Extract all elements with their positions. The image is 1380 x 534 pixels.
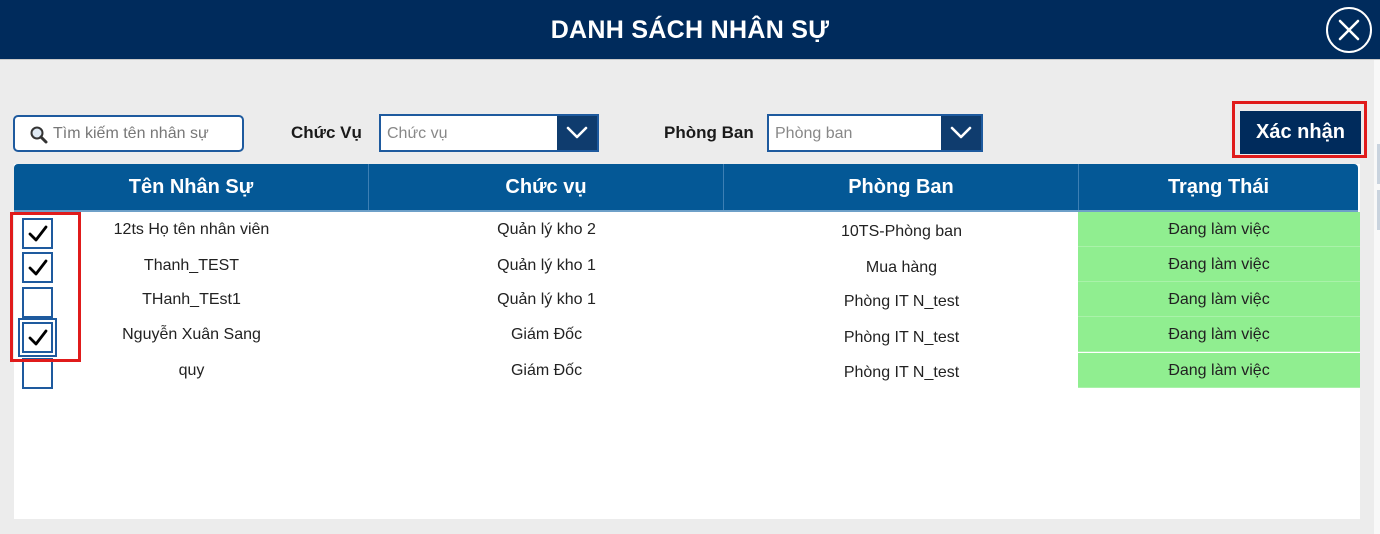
employee-position: Giám Đốc xyxy=(510,326,583,343)
table-row[interactable]: 12ts Họ tên nhân viên Quản lý kho 2 10TS… xyxy=(14,212,1360,249)
search-field[interactable] xyxy=(13,115,244,152)
row-checkbox[interactable] xyxy=(22,287,53,318)
employee-status: Đang làm việc xyxy=(1078,282,1360,317)
position-dropdown-button[interactable] xyxy=(557,116,597,150)
department-select[interactable]: Phòng ban xyxy=(767,114,983,152)
employee-position: Quản lý kho 1 xyxy=(497,257,596,274)
employee-status: Đang làm việc xyxy=(1078,212,1360,247)
search-input[interactable] xyxy=(53,121,239,146)
employee-name: quy xyxy=(178,362,205,379)
employee-status: Đang làm việc xyxy=(1078,317,1360,352)
row-checkbox[interactable] xyxy=(22,252,53,283)
chevron-down-icon xyxy=(566,126,588,139)
row-checkbox[interactable] xyxy=(22,218,53,249)
employee-table: Tên Nhân Sự Chức vụ Phòng Ban Trạng Thái… xyxy=(14,164,1360,519)
close-button[interactable] xyxy=(1326,7,1372,53)
employee-position: Giám Đốc xyxy=(510,362,583,379)
search-icon xyxy=(30,126,48,144)
employee-position: Quản lý kho 1 xyxy=(497,291,596,308)
table-header: Tên Nhân Sự Chức vụ Phòng Ban Trạng Thái xyxy=(14,164,1358,212)
chevron-down-icon xyxy=(950,126,972,139)
department-dropdown-button[interactable] xyxy=(941,116,981,150)
column-header-name[interactable]: Tên Nhân Sự xyxy=(14,164,369,210)
table-row[interactable]: quy Giám Đốc Phòng IT N_test Đang làm vi… xyxy=(14,353,1360,389)
employee-department: Phòng IT N_test xyxy=(843,293,960,310)
right-edge xyxy=(1374,60,1380,534)
dialog-title: DANH SÁCH NHÂN SỰ xyxy=(550,16,830,44)
employee-department: Phòng IT N_test xyxy=(843,329,960,346)
table-row[interactable]: Thanh_TEST Quản lý kho 1 Mua hàng Đang l… xyxy=(14,247,1360,283)
department-select-value: Phòng ban xyxy=(775,125,853,142)
employee-position: Quản lý kho 2 xyxy=(497,221,596,238)
employee-name: Thanh_TEST xyxy=(143,257,240,274)
employee-status: Đang làm việc xyxy=(1078,353,1360,388)
employee-department: Phòng IT N_test xyxy=(843,364,960,381)
employee-name: THanh_TEst1 xyxy=(142,291,241,308)
employee-status: Đang làm việc xyxy=(1078,247,1360,282)
dialog-header: DANH SÁCH NHÂN SỰ xyxy=(0,0,1380,60)
position-filter-label: Chức Vụ xyxy=(291,123,362,142)
table-row[interactable]: Nguyễn Xuân Sang Giám Đốc Phòng IT N_tes… xyxy=(14,317,1360,357)
department-filter-label: Phòng Ban xyxy=(664,123,754,142)
column-header-department[interactable]: Phòng Ban xyxy=(724,164,1079,210)
employee-name: 12ts Họ tên nhân viên xyxy=(113,221,270,238)
table-row[interactable]: THanh_TEst1 Quản lý kho 1 Phòng IT N_tes… xyxy=(14,282,1360,318)
column-header-status[interactable]: Trạng Thái xyxy=(1079,164,1358,210)
position-select[interactable]: Chức vụ xyxy=(379,114,599,152)
close-icon xyxy=(1338,19,1360,41)
row-checkbox[interactable] xyxy=(18,318,57,357)
employee-department: Mua hàng xyxy=(865,259,938,276)
checkmark-icon xyxy=(28,259,48,276)
position-select-value: Chức vụ xyxy=(387,125,448,142)
checkmark-icon xyxy=(28,225,48,242)
employee-department: 10TS-Phòng ban xyxy=(841,223,962,240)
employee-name: Nguyễn Xuân Sang xyxy=(122,326,261,343)
checkmark-icon xyxy=(28,329,48,346)
column-header-position[interactable]: Chức vụ xyxy=(369,164,724,210)
confirm-button[interactable]: Xác nhận xyxy=(1240,111,1361,154)
row-checkbox[interactable] xyxy=(22,358,53,389)
